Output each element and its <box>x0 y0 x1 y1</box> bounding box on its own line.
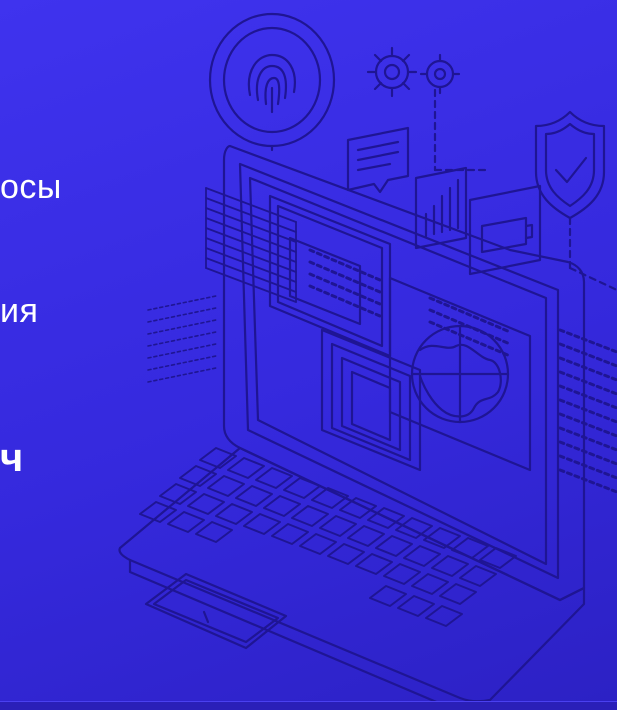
trackpad <box>144 572 288 650</box>
headline-line-3: ч <box>0 436 24 480</box>
laptop-illustration <box>90 0 617 702</box>
shield-check-icon <box>534 110 617 292</box>
bottom-edge <box>0 701 617 710</box>
gears-icon <box>366 46 487 172</box>
dot-matrix <box>308 248 617 494</box>
headline-line-2: ия <box>0 292 39 330</box>
battery-icon <box>468 184 542 276</box>
data-grid-left <box>205 187 297 303</box>
banner: осы ия ч <box>0 0 617 710</box>
binary-code <box>147 295 217 383</box>
fingerprint-icon <box>208 12 336 152</box>
headline-line-1: осы <box>0 168 62 206</box>
message-icon <box>346 126 410 194</box>
